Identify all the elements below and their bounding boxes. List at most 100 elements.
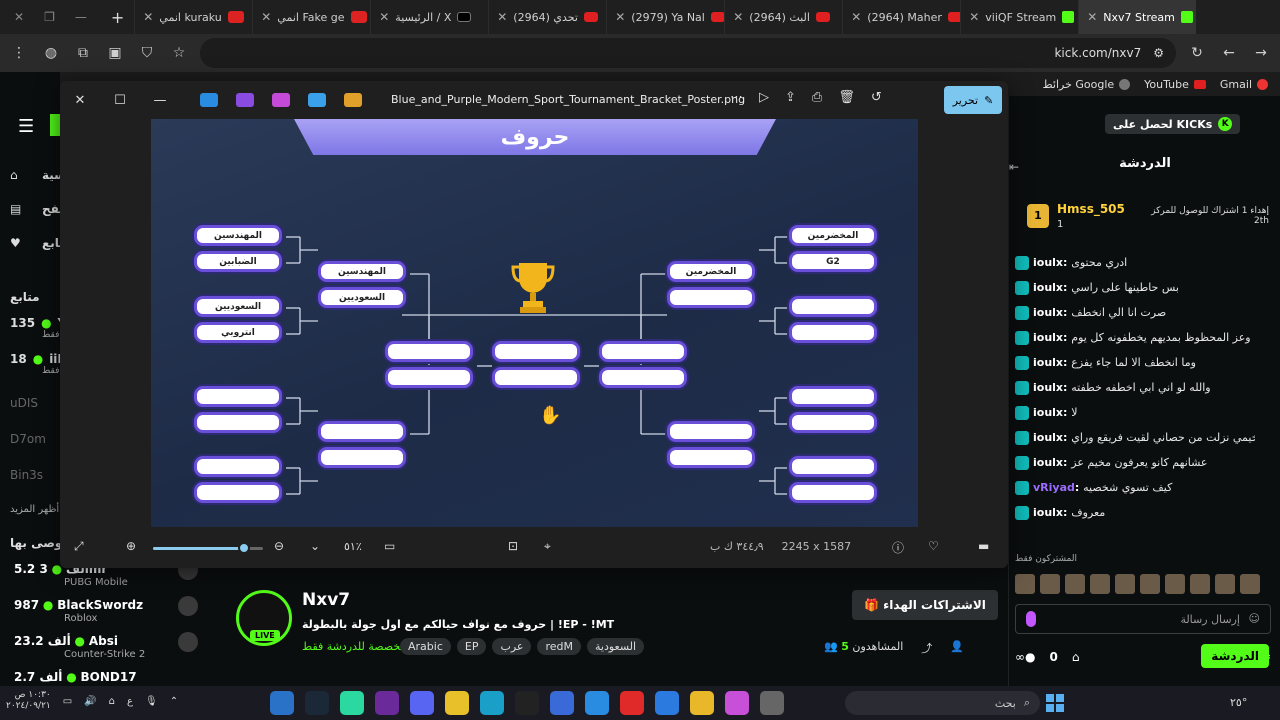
gifter-name[interactable]: Hmss_505 — [1057, 202, 1125, 216]
get-kicks-button[interactable]: لحصل على KICKs K — [1105, 114, 1241, 134]
subscriber-avatar[interactable] — [1065, 574, 1085, 594]
chat-username[interactable]: ioulx — [1033, 456, 1063, 469]
clock[interactable]: ١٠:٣٠ ص ٢٠٢٤/٠٩/٢١ — [6, 690, 51, 712]
photos-edit-icon[interactable] — [308, 93, 326, 107]
sidebar-item-following[interactable]: ♥ تابع — [10, 236, 64, 250]
file-explorer-icon[interactable] — [690, 691, 714, 715]
chat-username[interactable]: vRiyad — [1033, 481, 1075, 494]
maximize-icon[interactable]: ☐ — [100, 93, 140, 108]
extension-icon[interactable]: ◍ — [40, 45, 62, 61]
tab-close-icon[interactable]: ✕ — [379, 10, 389, 24]
favorite-icon[interactable]: ♡ — [928, 539, 939, 553]
clipchamp-icon[interactable] — [236, 93, 254, 107]
following-channel-offline[interactable]: uDIS — [10, 396, 38, 410]
chat-username[interactable]: ioulx — [1033, 506, 1063, 519]
bookmark-maps[interactable]: خرائط Google — [1042, 78, 1131, 91]
site-settings-icon[interactable]: ⚙ — [1153, 46, 1164, 60]
send-chat-button[interactable]: الدردشة — [1201, 644, 1269, 668]
chat-username[interactable]: ioulx — [1033, 356, 1063, 369]
app-icon-2[interactable] — [375, 691, 399, 715]
scan-text-icon[interactable]: ⊡ — [508, 539, 518, 553]
emoji-icon[interactable]: ☺ — [1249, 612, 1260, 625]
browser-tab[interactable]: ✕ (2964) Maher — [842, 0, 961, 34]
app-icon-5[interactable] — [760, 691, 784, 715]
url-field[interactable]: kick.com/nxv7 ⚙ — [200, 38, 1176, 68]
app-icon-3[interactable] — [550, 691, 574, 715]
chat-username[interactable]: ioulx — [1033, 331, 1063, 344]
subscriber-avatar[interactable] — [1165, 574, 1185, 594]
delete-icon[interactable]: 🗑 — [838, 90, 855, 105]
rotate-icon[interactable]: ↺ — [871, 90, 882, 105]
star-icon[interactable]: ☆ — [168, 45, 190, 61]
browser-tab[interactable]: ✕ (2964) تحدي — [488, 0, 606, 34]
tab-close-icon[interactable]: ✕ — [143, 10, 153, 24]
mail-icon[interactable] — [655, 691, 679, 715]
mic-tray-icon[interactable]: 🎙 — [145, 696, 158, 707]
shield-icon[interactable]: ⛉ — [136, 45, 158, 61]
browser-tab[interactable]: ✕ (2979) Ya Nal — [606, 0, 725, 34]
subscriber-avatar[interactable] — [1140, 574, 1160, 594]
recommended-channel[interactable]: 987 ● BlackSwordz Roblox — [14, 596, 198, 624]
kicks-icon[interactable]: ∞● — [1015, 650, 1035, 664]
copilot-icon[interactable] — [344, 93, 362, 107]
maximize-icon[interactable]: ❐ — [44, 10, 55, 24]
chat-username[interactable]: ioulx — [1033, 281, 1063, 294]
browser-tab[interactable]: ✕ انمي Fake ge — [252, 0, 370, 34]
minimize-icon[interactable]: — — [140, 93, 180, 108]
tab-close-icon[interactable]: ✕ — [851, 10, 861, 24]
reload-icon[interactable]: ↻ — [1186, 45, 1208, 61]
mic-icon[interactable] — [1026, 611, 1036, 627]
stream-tag[interactable]: EP — [456, 638, 487, 655]
edge-icon[interactable] — [480, 691, 504, 715]
epic-games-icon[interactable] — [515, 691, 539, 715]
tray-overflow-icon[interactable]: ⌃ — [170, 696, 178, 707]
browser-tab[interactable]: ✕ (2964) البث — [724, 0, 842, 34]
chat-username[interactable]: ioulx — [1033, 406, 1063, 419]
subscriber-avatar[interactable] — [1090, 574, 1110, 594]
app-icon[interactable] — [340, 691, 364, 715]
photos-app-icon[interactable] — [270, 691, 294, 715]
chrome-icon[interactable] — [445, 691, 469, 715]
more-icon[interactable]: ⋯ — [730, 90, 743, 105]
sidebar-item-home[interactable]: ⌂ سية — [10, 168, 66, 182]
recommended-channel[interactable]: 2.7 ألف ● BOND17 — [14, 670, 137, 684]
tab-close-icon[interactable]: ✕ — [261, 10, 271, 24]
print-icon[interactable]: ⎙ — [812, 90, 822, 105]
edit-button[interactable]: تحرير ✎ — [944, 86, 1002, 114]
dropbox-icon[interactable] — [585, 691, 609, 715]
app-icon-4[interactable] — [620, 691, 644, 715]
forward-icon[interactable]: → — [1250, 45, 1272, 61]
zoom-out-icon[interactable]: ⊖ — [274, 539, 284, 553]
bookmark-gmail[interactable]: Gmail — [1220, 78, 1268, 91]
streamer-name[interactable]: Nxv7 — [302, 590, 350, 610]
share-icon[interactable]: ⇪ — [785, 90, 796, 105]
show-more-link[interactable]: أظهر المزيد — [10, 504, 59, 515]
sidebar-item-browse[interactable]: ▤ صفح — [10, 202, 71, 216]
following-channel-offline[interactable]: D7om — [10, 432, 46, 446]
onedrive-icon[interactable] — [200, 93, 218, 107]
taskbar-search[interactable]: بحث ⌕ — [845, 691, 1040, 715]
browser-tab[interactable]: ✕ انمي kuraku — [134, 0, 252, 34]
subscriber-avatar[interactable] — [1215, 574, 1235, 594]
kick-logo[interactable] — [50, 114, 60, 136]
store-icon[interactable]: ⌂ — [1072, 650, 1080, 664]
weather-temp[interactable]: ٢٥° — [1230, 696, 1247, 709]
chat-username[interactable]: ioulx — [1033, 306, 1063, 319]
visual-search-icon[interactable]: ⌖ — [544, 539, 551, 554]
share-icon[interactable]: ⤴ — [921, 640, 932, 656]
chat-username[interactable]: ioulx — [1033, 256, 1063, 269]
slideshow-icon[interactable]: ▷ — [759, 90, 769, 105]
subscriber-avatar[interactable] — [1190, 574, 1210, 594]
stream-category[interactable]: مخصصة للدردشة فقط — [302, 640, 406, 653]
volume-icon[interactable]: 🔊 — [84, 696, 96, 707]
fullscreen-icon[interactable]: ⤢ — [74, 539, 84, 554]
stream-tag[interactable]: عرب — [492, 638, 532, 655]
stream-tag[interactable]: redM — [537, 638, 581, 655]
tab-close-icon[interactable]: ✕ — [497, 10, 507, 24]
browser-tab[interactable]: ✕ viiQF Stream — [960, 0, 1078, 34]
minimize-icon[interactable]: — — [75, 10, 87, 24]
subscriber-avatar[interactable] — [1040, 574, 1060, 594]
tab-close-icon[interactable]: ✕ — [1087, 10, 1097, 24]
following-channel-offline[interactable]: Bin3s — [10, 468, 43, 482]
stream-tag[interactable]: السعودية — [587, 638, 645, 655]
